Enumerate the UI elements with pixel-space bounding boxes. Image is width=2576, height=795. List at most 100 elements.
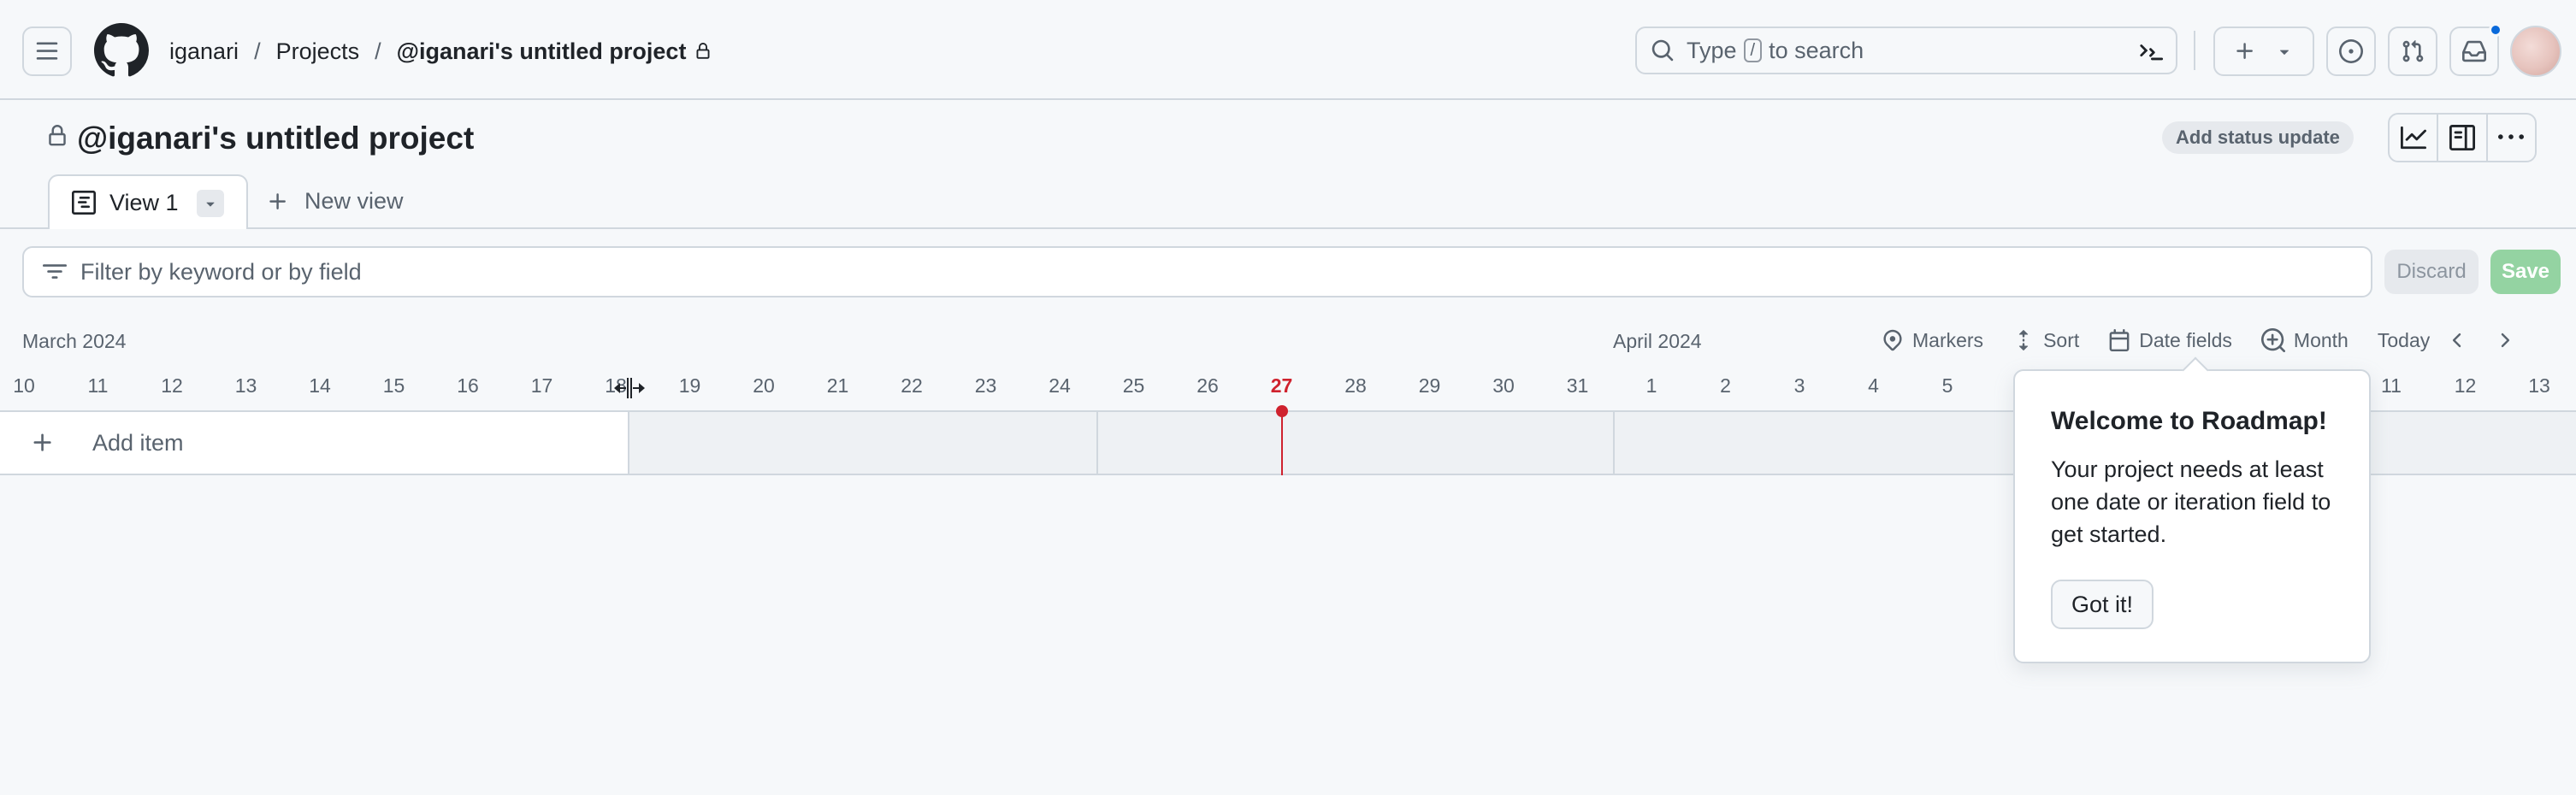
view-options-dropdown[interactable] (197, 190, 224, 217)
lock-icon (46, 125, 68, 147)
pull-requests-button[interactable] (2388, 26, 2437, 76)
timeline-day-label: 22 (901, 374, 923, 397)
triangle-down-icon (206, 202, 215, 207)
popover-body: Your project needs at least one date or … (2051, 456, 2331, 547)
roadmap-view-icon (72, 191, 96, 215)
timeline-day-label: 29 (1418, 374, 1441, 397)
hamburger-icon (36, 42, 58, 60)
breadcrumb: iganari / Projects / @iganari's untitled… (169, 34, 712, 68)
timeline-day-label: 24 (1049, 374, 1071, 397)
timeline-day-label: 1 (1645, 374, 1657, 397)
filter-input[interactable]: Filter by keyword or by field (22, 246, 2372, 297)
filter-icon (43, 260, 67, 284)
month-label-april: April 2024 (1613, 330, 1702, 352)
column-resize-icon[interactable] (611, 376, 648, 400)
timeline-day-label: 26 (1196, 374, 1219, 397)
pull-request-icon (2402, 40, 2424, 62)
project-details-button[interactable] (2438, 115, 2488, 161)
more-options-button[interactable] (2488, 115, 2535, 161)
date-fields-label: Date fields (2139, 328, 2232, 351)
sort-icon (2018, 329, 2029, 351)
search-input[interactable]: Type / to search (1635, 26, 2177, 74)
today-button[interactable]: Today (2378, 329, 2430, 352)
timeline-day-label: 12 (2454, 374, 2477, 397)
github-logo[interactable] (94, 23, 149, 78)
breadcrumb-project-link[interactable]: @iganari's untitled project (397, 34, 687, 68)
timeline-day-label: 4 (1868, 374, 1879, 397)
popover-title: Welcome to Roadmap! (2051, 407, 2327, 435)
issue-icon (2339, 39, 2363, 63)
save-button[interactable]: Save (2490, 250, 2561, 294)
zoom-level-button[interactable]: Month (2260, 328, 2349, 352)
plus-icon (2236, 43, 2253, 59)
project-actions (2388, 113, 2537, 162)
timeline-day-label: 10 (13, 374, 35, 397)
timeline-day-label: 23 (974, 374, 997, 397)
tab-view-1[interactable]: View 1 (48, 174, 248, 229)
open-global-nav-button[interactable] (22, 26, 72, 76)
search-icon (1651, 38, 1675, 62)
timeline-day-label: 27 (1270, 374, 1293, 397)
zoom-level-label: Month (2293, 328, 2349, 351)
chevron-right-icon (2501, 333, 2510, 348)
create-new-button[interactable] (2213, 26, 2314, 76)
timeline-day-label: 3 (1793, 374, 1805, 397)
new-view-button[interactable]: New view (267, 188, 404, 215)
add-item-button[interactable]: Add item (0, 412, 629, 474)
sort-button[interactable]: Sort (2012, 329, 2079, 352)
search-suffix: to search (1769, 37, 1864, 63)
timeline-day-label: 13 (2528, 374, 2550, 397)
insights-button[interactable] (2390, 115, 2439, 161)
notification-indicator (2489, 23, 2502, 37)
command-palette-icon[interactable] (2138, 38, 2164, 64)
timeline-day-label: 28 (1344, 374, 1367, 397)
discard-button[interactable]: Discard (2384, 250, 2479, 294)
page-title[interactable]: @iganari's untitled project (77, 118, 474, 159)
chevron-left-icon (2453, 333, 2461, 348)
got-it-button[interactable]: Got it! (2051, 580, 2154, 629)
previous-button[interactable] (2447, 329, 2469, 351)
today-label: Today (2377, 328, 2431, 351)
insights-icon (2400, 126, 2426, 150)
sort-label: Sort (2043, 328, 2080, 351)
triangle-down-icon (2279, 50, 2289, 55)
timeline-day-label: 13 (234, 374, 257, 397)
timeline-day-label: 12 (161, 374, 183, 397)
search-shortcut-key: / (1743, 38, 1763, 62)
today-marker-line (1281, 412, 1283, 475)
timeline-day-label: 2 (1720, 374, 1731, 397)
sidebar-icon (2449, 125, 2475, 150)
timeline-day-label: 25 (1122, 374, 1145, 397)
timeline-day-label: 15 (382, 374, 405, 397)
popover-caret (2182, 356, 2209, 384)
issues-button[interactable] (2326, 26, 2376, 76)
kebab-horizontal-icon (2498, 134, 2525, 139)
roadmap-toolbar: Markers Sort Date fields Month Today (1882, 323, 2515, 357)
search-prefix: Type (1687, 37, 1737, 63)
avatar[interactable] (2510, 26, 2561, 77)
timeline-day-label: 11 (2381, 374, 2402, 397)
plus-icon (33, 433, 51, 451)
timeline-day-label: 16 (457, 374, 479, 397)
location-pin-icon (1883, 329, 1902, 351)
lock-icon (694, 43, 712, 60)
add-item-label: Add item (92, 429, 184, 456)
header-divider (2194, 31, 2195, 70)
plus-icon (269, 192, 286, 209)
week-divider (1096, 412, 1098, 474)
breadcrumb-projects-link[interactable]: Projects (276, 34, 360, 68)
tabs-divider (0, 227, 2576, 229)
breadcrumb-separator: / (254, 38, 261, 64)
next-button[interactable] (2493, 329, 2515, 351)
month-label-march: March 2024 (22, 330, 127, 352)
calendar-icon (2109, 329, 2130, 351)
markers-button[interactable]: Markers (1882, 329, 1983, 352)
inbox-icon (2462, 40, 2486, 62)
breadcrumb-owner-link[interactable]: iganari (169, 34, 239, 68)
timeline-day-label: 19 (678, 374, 701, 397)
date-fields-button[interactable]: Date fields (2108, 329, 2232, 352)
timeline-day-label: 30 (1492, 374, 1515, 397)
add-status-update-button[interactable]: Add status update (2162, 121, 2354, 154)
timeline-day-label: 21 (826, 374, 849, 397)
search-placeholder: Type / to search (1687, 38, 1864, 64)
